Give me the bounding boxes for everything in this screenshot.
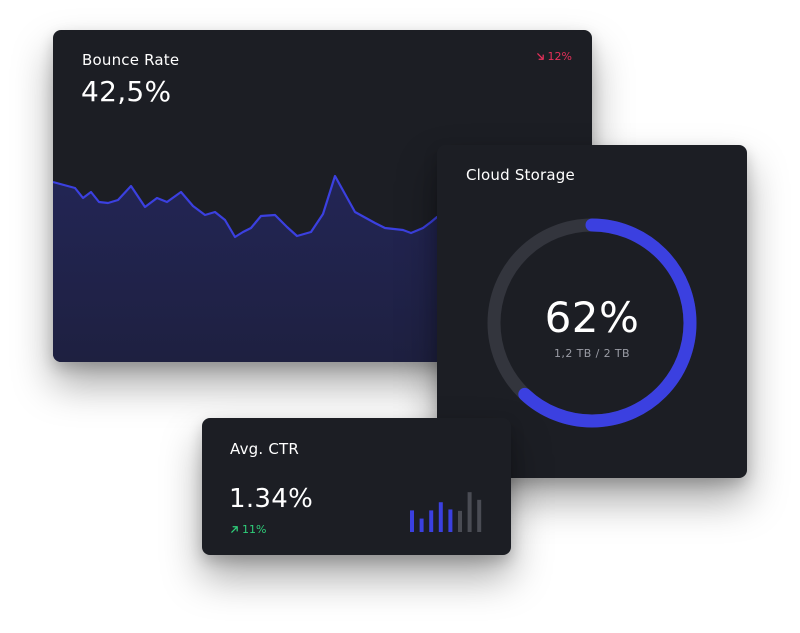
ctr-bar — [438, 502, 443, 532]
dashboard-stage: Bounce Rate 42,5% 12% Cloud Storage 62% … — [0, 0, 800, 633]
ctr-bar — [458, 510, 462, 532]
avg-ctr-card[interactable]: Avg. CTR 1.34% 11% — [202, 418, 511, 555]
bounce-rate-value: 42,5% — [81, 75, 172, 108]
storage-used-label: 1,2 TB / 2 TB — [554, 347, 630, 360]
bounce-rate-delta-text: 12% — [547, 50, 572, 63]
ctr-bar — [419, 518, 424, 532]
ctr-bar — [410, 510, 414, 532]
avg-ctr-title: Avg. CTR — [230, 440, 299, 458]
ctr-bar — [448, 509, 453, 532]
arrow-up-right-icon — [231, 526, 238, 533]
bounce-rate-delta: 12% — [536, 50, 572, 63]
avg-ctr-delta: 11% — [230, 523, 266, 536]
avg-ctr-value: 1.34% — [229, 484, 314, 514]
ctr-bar — [477, 499, 482, 532]
avg-ctr-delta-text: 11% — [242, 523, 267, 536]
ctr-bar — [429, 510, 434, 532]
cloud-storage-title: Cloud Storage — [466, 166, 575, 184]
arrow-down-right-icon — [536, 53, 544, 60]
storage-percent: 62% — [544, 293, 640, 342]
ctr-bar — [467, 492, 472, 532]
bounce-rate-title: Bounce Rate — [82, 51, 180, 69]
